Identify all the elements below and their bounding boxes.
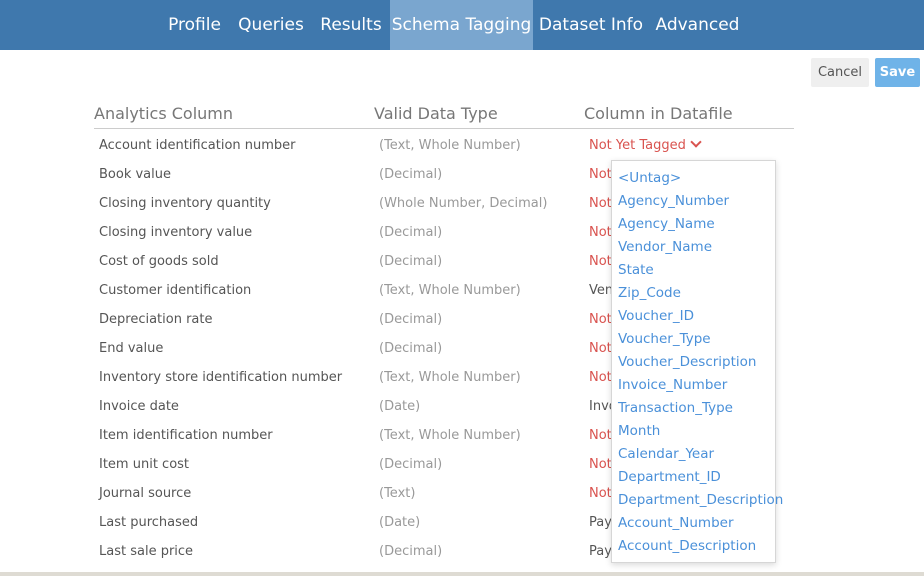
tag-value[interactable]: Not <box>589 457 612 473</box>
dropdown-option[interactable]: Zip_Code <box>618 284 681 302</box>
table-row: Invoice date (Date) Invo <box>0 392 924 421</box>
header-column-in-datafile: Column in Datafile <box>584 104 733 123</box>
valid-data-type: (Text, Whole Number) <box>379 283 521 298</box>
top-nav-bar: Profile Queries Results Schema Tagging D… <box>0 0 924 50</box>
analytics-column-name: Last sale price <box>99 544 194 559</box>
dropdown-option[interactable]: Month <box>618 422 660 440</box>
analytics-column-name: Closing inventory quantity <box>99 196 271 211</box>
table-row: Cost of goods sold (Decimal) Not <box>0 247 924 276</box>
analytics-column-name: Invoice date <box>99 399 179 414</box>
dropdown-option[interactable]: Account_Description <box>618 537 756 555</box>
valid-data-type: (Text, Whole Number) <box>379 370 521 385</box>
tag-value[interactable]: Not <box>589 167 612 183</box>
tag-value[interactable]: Not <box>589 254 612 270</box>
tag-value[interactable]: Not <box>589 428 612 444</box>
analytics-column-name: Cost of goods sold <box>99 254 219 269</box>
dropdown-option[interactable]: Account_Number <box>618 514 734 532</box>
analytics-column-name: Book value <box>99 167 171 182</box>
valid-data-type: (Date) <box>379 515 421 530</box>
header-analytics-column: Analytics Column <box>94 104 234 123</box>
tag-value[interactable]: Pay <box>589 515 612 531</box>
table-row: Inventory store identification number (T… <box>0 363 924 392</box>
save-button[interactable]: Save <box>875 58 920 87</box>
dropdown-option[interactable]: Department_Description <box>618 491 783 509</box>
valid-data-type: (Text, Whole Number) <box>379 428 521 443</box>
valid-data-type: (Decimal) <box>379 341 443 356</box>
tag-value[interactable]: Not <box>589 370 612 386</box>
header-divider <box>94 128 794 129</box>
tag-value: Not Yet Tagged <box>589 138 686 153</box>
analytics-column-name: Account identification number <box>99 138 296 153</box>
table-row: Closing inventory quantity (Whole Number… <box>0 189 924 218</box>
table-row: Depreciation rate (Decimal) Not <box>0 305 924 334</box>
dropdown-option[interactable]: Voucher_Type <box>618 330 711 348</box>
dropdown-option[interactable]: Vendor_Name <box>618 238 712 256</box>
tab-advanced[interactable]: Advanced <box>649 0 746 50</box>
tag-value[interactable]: Ven <box>589 283 613 299</box>
table-row: End value (Decimal) Not <box>0 334 924 363</box>
dropdown-option[interactable]: Invoice_Number <box>618 376 727 394</box>
cancel-button[interactable]: Cancel <box>811 58 869 87</box>
tab-profile[interactable]: Profile <box>159 0 230 50</box>
table-row: Item identification number (Text, Whole … <box>0 421 924 450</box>
analytics-column-name: Last purchased <box>99 515 199 530</box>
dropdown-option[interactable]: Voucher_Description <box>618 353 756 371</box>
dropdown-option[interactable]: Transaction_Type <box>618 399 733 417</box>
valid-data-type: (Text) <box>379 486 416 501</box>
dropdown-option[interactable]: State <box>618 261 654 279</box>
tag-value[interactable]: Not <box>589 341 612 357</box>
tag-value[interactable]: Pay <box>589 544 612 560</box>
tag-value[interactable]: Not <box>589 486 612 502</box>
analytics-column-name: Depreciation rate <box>99 312 213 327</box>
analytics-column-name: Item unit cost <box>99 457 190 472</box>
analytics-column-name: Journal source <box>99 486 192 501</box>
analytics-column-name: End value <box>99 341 164 356</box>
table-row: Customer identification (Text, Whole Num… <box>0 276 924 305</box>
valid-data-type: (Whole Number, Decimal) <box>379 196 548 211</box>
table-row: Account identification number (Text, Who… <box>0 131 924 160</box>
table-row: Last purchased (Date) Pay <box>0 508 924 537</box>
table-row: Journal source (Text) Not <box>0 479 924 508</box>
tab-dataset-info[interactable]: Dataset Info <box>533 0 649 50</box>
table-row: Last sale price (Decimal) Pay <box>0 537 924 566</box>
tag-value[interactable]: Not <box>589 196 612 212</box>
dropdown-option[interactable]: Department_ID <box>618 468 721 486</box>
tag-select[interactable]: Not Yet Tagged <box>589 136 702 154</box>
dropdown-option[interactable]: Calendar_Year <box>618 445 714 463</box>
tab-results[interactable]: Results <box>312 0 390 50</box>
bottom-divider <box>0 572 924 576</box>
valid-data-type: (Decimal) <box>379 544 443 559</box>
valid-data-type: (Decimal) <box>379 254 443 269</box>
tab-schema-tagging[interactable]: Schema Tagging <box>390 0 533 50</box>
tag-value[interactable]: Not <box>589 312 612 328</box>
tab-queries[interactable]: Queries <box>230 0 312 50</box>
analytics-column-name: Customer identification <box>99 283 252 298</box>
valid-data-type: (Decimal) <box>379 167 443 182</box>
analytics-column-name: Item identification number <box>99 428 273 443</box>
analytics-column-name: Inventory store identification number <box>99 370 343 385</box>
valid-data-type: (Text, Whole Number) <box>379 138 521 153</box>
dropdown-option-untag[interactable]: <Untag> <box>618 169 681 187</box>
chevron-down-icon[interactable] <box>690 136 702 148</box>
analytics-column-name: Closing inventory value <box>99 225 253 240</box>
tag-dropdown-menu: <Untag> Agency_Number Agency_Name Vendor… <box>611 160 783 563</box>
valid-data-type: (Decimal) <box>379 457 443 472</box>
valid-data-type: (Decimal) <box>379 225 443 240</box>
table-row: Book value (Decimal) Not <box>0 160 924 189</box>
tag-value[interactable]: Not <box>589 225 612 241</box>
dropdown-option[interactable]: Agency_Name <box>618 215 715 233</box>
header-valid-data-type: Valid Data Type <box>374 104 498 123</box>
valid-data-type: (Date) <box>379 399 421 414</box>
valid-data-type: (Decimal) <box>379 312 443 327</box>
table-row: Item unit cost (Decimal) Not <box>0 450 924 479</box>
dropdown-option[interactable]: Agency_Number <box>618 192 729 210</box>
dropdown-option[interactable]: Voucher_ID <box>618 307 694 325</box>
table-row: Closing inventory value (Decimal) Not <box>0 218 924 247</box>
